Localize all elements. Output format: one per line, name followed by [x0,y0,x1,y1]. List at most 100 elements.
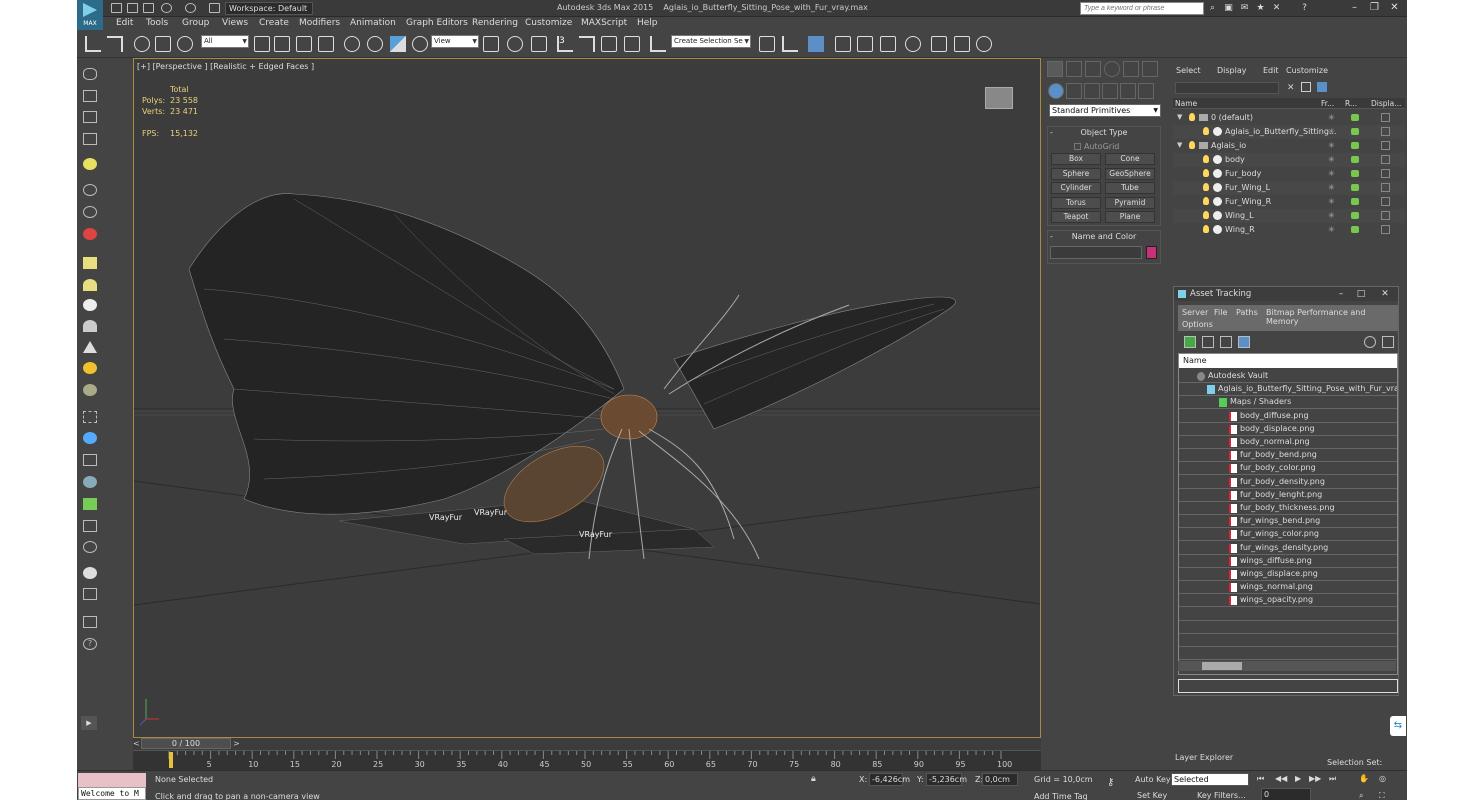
maxscript-listener-output[interactable] [78,773,146,787]
autogrid-checkbox[interactable]: AutoGrid [1074,142,1122,151]
subscription-icon[interactable]: ▣ [1223,3,1234,14]
table-view-icon[interactable] [1238,336,1250,348]
expand-arrow-icon[interactable]: ▶ [81,716,97,730]
fur-icon[interactable] [83,432,97,444]
asset-row[interactable]: wings_opacity.png [1179,594,1397,608]
light-icon[interactable] [83,158,97,170]
visibility-bulb-icon[interactable] [1203,183,1209,191]
asset-row[interactable]: body_displace.png [1179,423,1397,436]
plane-icon[interactable] [83,257,97,269]
asset-row[interactable]: wings_normal.png [1179,581,1397,595]
asset-row[interactable]: Autodesk Vault [1179,370,1397,383]
display-box-icon[interactable] [1381,169,1390,178]
create-plane-button[interactable]: Plane [1105,211,1155,223]
asset-row[interactable]: fur_body_thickness.png [1179,502,1397,515]
search-input[interactable] [1080,2,1204,15]
percent-snap-icon[interactable] [601,36,617,52]
renderable-icon[interactable] [1351,114,1359,121]
save-file-icon[interactable] [143,3,154,13]
create-cone-button[interactable]: Cone [1105,153,1155,165]
pivot-center-icon[interactable] [483,36,499,52]
ies-light-icon[interactable] [83,320,97,332]
visibility-bulb-icon[interactable] [1203,169,1209,177]
display-box-icon[interactable] [1381,211,1390,220]
hair-icon[interactable] [83,520,97,532]
asset-row[interactable]: fur_wings_bend.png [1179,515,1397,529]
dome-icon[interactable] [83,279,97,291]
asset-path-field[interactable] [1178,679,1398,693]
renderable-icon[interactable] [1351,170,1359,177]
primitive-category-dropdown[interactable]: Standard Primitives [1049,104,1161,117]
checker-icon[interactable] [83,588,97,600]
scene-tree-row[interactable]: Fur_Wing_R ✳ [1173,195,1405,209]
asset-row[interactable]: fur_body_density.png [1179,476,1397,489]
undo-icon[interactable] [85,36,101,52]
list-view-icon[interactable] [1202,336,1214,348]
visibility-bulb-icon[interactable] [1189,113,1195,121]
project-folder-icon[interactable] [209,3,220,13]
close-button[interactable]: ✕ [1387,1,1402,15]
viewport-camera-icon[interactable] [83,68,97,80]
link-icon[interactable] [134,36,150,52]
rotate-icon[interactable] [367,36,383,52]
create-tab-icon[interactable] [1047,61,1063,77]
scene-tree-row[interactable]: Fur_Wing_L ✳ [1173,181,1405,195]
freeze-icon[interactable]: ✳ [1328,183,1335,192]
expand-arrow-icon[interactable]: ▼ [1177,113,1182,121]
display-box-icon[interactable] [1381,113,1390,122]
maxscript-mini-listener[interactable]: Welcome to M [78,787,146,800]
current-frame-marker[interactable] [169,752,173,768]
proxy-icon[interactable] [83,476,97,488]
asset-row[interactable]: wings_displace.png [1179,568,1397,581]
scroll-thumb[interactable] [1202,662,1242,670]
select-manipulate-icon[interactable] [507,36,523,52]
restore-button[interactable]: ❐ [1367,1,1382,15]
settings-icon[interactable] [83,616,97,628]
asset-row[interactable]: wings_diffuse.png [1179,555,1397,568]
create-sphere-button[interactable]: Sphere [1051,167,1101,180]
freeze-icon[interactable]: ✳ [1328,197,1335,206]
named-selection-set-dropdown[interactable]: Create Selection Se [671,35,751,48]
scene-explorer-search[interactable] [1175,82,1279,94]
scene-menu-display[interactable]: Display [1217,66,1247,75]
renderable-icon[interactable] [1351,184,1359,191]
renderable-icon[interactable] [1351,226,1359,233]
rendered-frame-window-icon[interactable] [954,36,970,52]
display-tab-icon[interactable] [1123,61,1139,77]
snaps-toggle-icon[interactable]: 3 [557,36,573,52]
asset-row[interactable]: body_normal.png [1179,436,1397,449]
lock-icon[interactable]: 🔒︎ [811,774,816,784]
visibility-bulb-icon[interactable] [1203,127,1209,135]
communication-icon[interactable]: ✉ [1239,3,1250,14]
camera-icon[interactable] [83,184,97,196]
material-editor-icon[interactable] [905,36,921,52]
asset-menu-paths[interactable]: Paths [1236,308,1258,317]
help-circle-icon[interactable]: ? [83,638,97,650]
helpers-icon[interactable] [1120,83,1136,99]
time-slider[interactable]: < 0 / 100 > [133,738,1041,750]
undo-icon[interactable] [161,3,172,13]
create-torus-button[interactable]: Torus [1051,196,1101,209]
render-setup-icon[interactable] [931,36,947,52]
asset-row[interactable]: fur_body_lenght.png [1179,489,1397,502]
detail-view-icon[interactable] [1220,336,1232,348]
asset-menu-bitmap-performance-and-memory[interactable]: Bitmap Performance and Memory [1266,308,1398,326]
particle-icon[interactable] [83,411,97,423]
scene-tree-row[interactable]: ▼ Aglais_io ✳ [1173,139,1405,153]
clear-search-icon[interactable]: ✕ [1287,83,1295,93]
cone-light-icon[interactable] [83,341,97,353]
asset-row[interactable]: fur_body_bend.png [1179,449,1397,463]
create-pyramid-button[interactable]: Pyramid [1105,196,1155,209]
menu-item-maxscript[interactable]: MAXScript [581,18,627,28]
selection-filter-dropdown[interactable]: All [201,35,249,48]
z-coordinate-field[interactable]: 0,0cm [982,773,1018,786]
asset-maximize-button[interactable]: □ [1354,287,1368,301]
visibility-bulb-icon[interactable] [1189,141,1195,149]
geometry-icon[interactable] [1048,83,1064,99]
menu-item-tools[interactable]: Tools [146,18,168,28]
asset-row[interactable]: fur_body_color.png [1179,462,1397,476]
create-geosphere-button[interactable]: GeoSphere [1105,167,1155,180]
expand-arrow-icon[interactable]: ▼ [1177,141,1182,149]
menu-item-animation[interactable]: Animation [350,18,396,28]
scene-tree-row[interactable]: ▼ 0 (default) ✳ [1173,111,1405,125]
